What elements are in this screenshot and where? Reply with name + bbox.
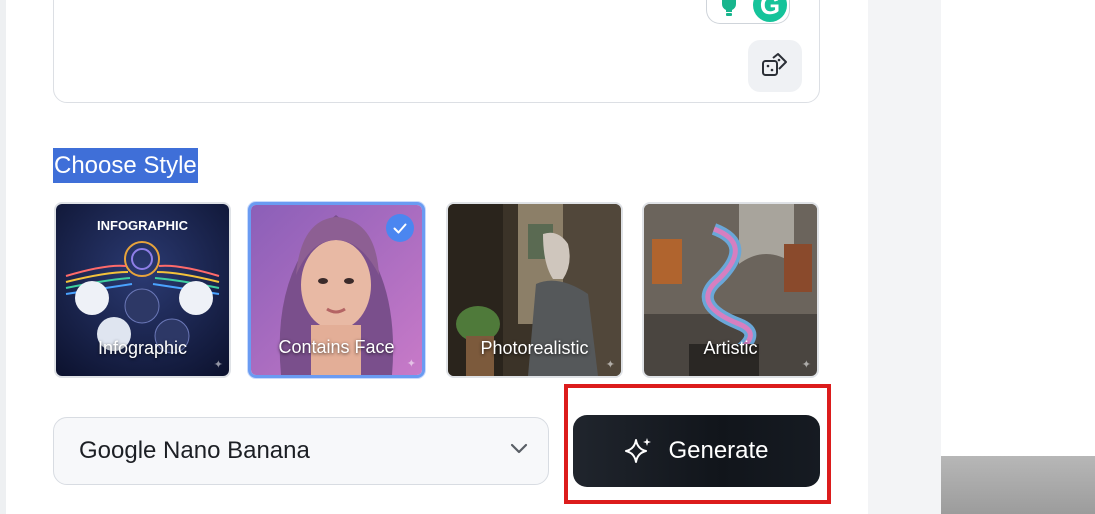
sparkle-icon: ✦ xyxy=(406,358,416,370)
extension-badge[interactable]: G xyxy=(706,0,790,24)
style-card-photorealistic[interactable]: Photorealistic ✦ xyxy=(446,202,623,378)
style-label-photorealistic: Photorealistic xyxy=(480,338,589,358)
style-label-infographic: Infographic xyxy=(97,338,188,358)
infographic-card-heading: INFOGRAPHIC xyxy=(97,218,188,233)
grammarly-icon[interactable]: G xyxy=(753,0,787,22)
style-label-contains-face: Contains Face xyxy=(278,337,395,357)
style-card-contains-face[interactable]: Contains Face ✦ xyxy=(248,202,425,378)
choose-style-title: Choose Style xyxy=(53,148,198,183)
sparkle-icon xyxy=(625,438,652,463)
dice-shuffle-icon xyxy=(762,53,787,76)
generate-label: Generate xyxy=(668,437,769,464)
model-select[interactable]: Google Nano Banana xyxy=(53,417,549,485)
sparkle-icon: ✦ xyxy=(605,359,615,371)
selected-check-badge xyxy=(386,214,414,242)
check-icon xyxy=(393,223,407,233)
prompt-textarea[interactable] xyxy=(53,0,820,103)
sparkle-icon: ✦ xyxy=(801,359,811,371)
style-label-artistic: Artistic xyxy=(703,338,758,358)
chevron-down-icon xyxy=(510,443,528,454)
sparkle-icon: ✦ xyxy=(213,359,223,371)
right-pane-footer xyxy=(941,456,1095,514)
random-prompt-button[interactable] xyxy=(748,40,802,92)
generate-button[interactable]: Generate xyxy=(573,415,820,487)
model-select-value: Google Nano Banana xyxy=(79,437,310,464)
style-card-artistic[interactable]: Artistic ✦ xyxy=(642,202,819,378)
style-card-infographic[interactable]: INFOGRAPHIC Infographic ✦ xyxy=(54,202,231,378)
panel-gap xyxy=(868,0,941,514)
lightbulb-icon[interactable] xyxy=(719,0,739,18)
right-preview-pane xyxy=(941,0,1095,456)
